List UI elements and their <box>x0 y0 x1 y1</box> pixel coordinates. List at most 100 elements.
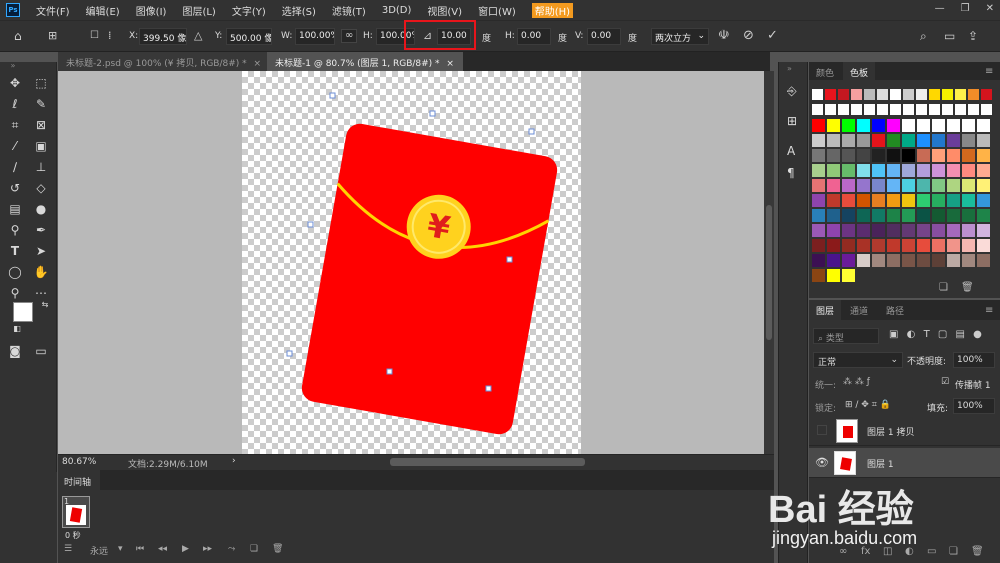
handle-right[interactable] <box>506 256 513 263</box>
tab-doc-1[interactable]: 未标题-1 @ 80.7% (图层 1, RGB/8#) * × <box>267 52 463 71</box>
color-swatch[interactable] <box>887 194 900 207</box>
close-tab-icon[interactable]: × <box>254 59 262 69</box>
first-frame-icon[interactable]: ⏮ <box>136 544 144 554</box>
close-window-icon[interactable]: ✕ <box>986 3 994 14</box>
color-swatch[interactable] <box>977 134 990 147</box>
menu-image[interactable]: 图像(I) <box>136 3 167 18</box>
color-swatch[interactable] <box>977 209 990 222</box>
color-swatch[interactable] <box>827 119 840 132</box>
reference-checkbox[interactable]: ☐ <box>90 31 99 41</box>
color-swatch[interactable] <box>857 164 870 177</box>
duplicate-frame-icon[interactable]: ❏ <box>250 544 258 554</box>
color-swatch[interactable] <box>962 224 975 237</box>
color-swatch[interactable] <box>947 224 960 237</box>
layer-name[interactable]: 图层 1 <box>867 457 894 470</box>
color-swatch[interactable] <box>977 239 990 252</box>
color-swatch[interactable] <box>827 239 840 252</box>
color-swatch[interactable] <box>872 164 885 177</box>
new-layer-icon[interactable]: ❏ <box>949 546 958 557</box>
handle-top-left[interactable] <box>329 92 336 99</box>
color-swatch[interactable] <box>842 149 855 162</box>
blend-mode-select[interactable]: 正常 ⌄ <box>813 352 903 368</box>
color-swatch[interactable] <box>955 104 966 115</box>
vertical-scroll-thumb[interactable] <box>766 205 772 340</box>
lock-icons[interactable]: ⊞ ∕ ✥ ⌗ 🔒 <box>845 400 891 410</box>
hand-tool-icon[interactable]: ✋ <box>32 263 50 281</box>
color-swatch[interactable] <box>981 89 992 100</box>
color-swatch[interactable] <box>842 239 855 252</box>
color-swatch[interactable] <box>887 239 900 252</box>
brush-tool-icon[interactable]: ∕ <box>6 158 24 176</box>
color-swatch[interactable] <box>962 179 975 192</box>
color-swatch[interactable] <box>887 134 900 147</box>
color-swatch[interactable] <box>977 224 990 237</box>
home-icon[interactable]: ⌂ <box>14 30 22 42</box>
color-swatch[interactable] <box>842 119 855 132</box>
color-swatch[interactable] <box>932 149 945 162</box>
color-swatch[interactable] <box>981 104 992 115</box>
commit-transform-icon[interactable]: ✓ <box>767 29 778 42</box>
foreground-color-swatch[interactable] <box>13 302 33 322</box>
color-swatch[interactable] <box>887 164 900 177</box>
tab-timeline[interactable]: 时间轴 <box>58 470 100 490</box>
color-swatch[interactable] <box>812 239 825 252</box>
color-swatch[interactable] <box>827 164 840 177</box>
color-swatch[interactable] <box>827 179 840 192</box>
color-swatch[interactable] <box>857 254 870 267</box>
workspace-icon[interactable]: ▭ <box>944 30 955 42</box>
color-swatch[interactable] <box>902 164 915 177</box>
adjust-filter-icon[interactable]: ◐ <box>907 329 916 340</box>
color-swatch[interactable] <box>857 134 870 147</box>
menu-window[interactable]: 窗口(W) <box>478 3 516 18</box>
handle-left[interactable] <box>307 221 314 228</box>
color-swatch[interactable] <box>864 89 875 100</box>
color-swatch[interactable] <box>864 104 875 115</box>
color-swatch[interactable] <box>932 134 945 147</box>
color-swatch[interactable] <box>947 194 960 207</box>
color-swatch[interactable] <box>977 164 990 177</box>
collapse-toolbar-icon[interactable]: » <box>4 62 22 70</box>
zoom-level[interactable]: 80.67% <box>62 457 96 467</box>
color-swatch[interactable] <box>842 269 855 282</box>
color-swatch[interactable] <box>947 149 960 162</box>
path-select-tool-icon[interactable]: ➤ <box>32 242 50 260</box>
color-swatch[interactable] <box>902 119 915 132</box>
frame-delay[interactable]: 0 秒 <box>65 530 81 541</box>
color-swatch[interactable] <box>942 89 953 100</box>
color-swatch[interactable] <box>872 179 885 192</box>
gradient-tool-icon[interactable]: ▤ <box>6 200 24 218</box>
tab-color[interactable]: 颜色 <box>809 62 842 80</box>
color-swatch[interactable] <box>812 179 825 192</box>
color-swatch[interactable] <box>842 224 855 237</box>
color-swatch[interactable] <box>812 224 825 237</box>
tab-doc-2[interactable]: 未标题-2.psd @ 100% (¥ 拷贝, RGB/8#) * × <box>58 52 267 71</box>
stamp-tool-icon[interactable]: ⊥ <box>32 158 50 176</box>
tab-channels[interactable]: 通道 <box>843 300 876 320</box>
color-swatch[interactable] <box>887 149 900 162</box>
pixel-filter-icon[interactable]: ▣ <box>889 329 898 340</box>
color-swatch[interactable] <box>857 209 870 222</box>
color-swatch[interactable] <box>838 104 849 115</box>
color-swatch[interactable] <box>962 164 975 177</box>
pen-tool-icon[interactable]: ✒ <box>32 221 50 239</box>
loop-select[interactable]: 永远 <box>90 544 108 557</box>
menu-view[interactable]: 视图(V) <box>427 3 462 18</box>
color-swatch[interactable] <box>857 149 870 162</box>
horizontal-scroll-thumb[interactable] <box>390 458 585 466</box>
color-swatch[interactable] <box>968 89 979 100</box>
menu-help[interactable]: 帮助(H) <box>531 2 574 18</box>
color-swatch[interactable] <box>947 254 960 267</box>
type-filter-icon[interactable]: T <box>924 329 930 340</box>
y-input[interactable]: 500.00 像素 <box>226 28 272 45</box>
color-swatch[interactable] <box>825 104 836 115</box>
color-swatch[interactable] <box>812 269 825 282</box>
color-swatch[interactable] <box>932 194 945 207</box>
color-swatch[interactable] <box>827 149 840 162</box>
color-swatch[interactable] <box>872 209 885 222</box>
reference-point-icon[interactable]: ⊞ <box>48 30 57 41</box>
color-swatch[interactable] <box>812 134 825 147</box>
vskew-input[interactable]: 0.00 <box>587 28 621 45</box>
tab-layers[interactable]: 图层 <box>809 300 842 320</box>
color-swatch[interactable] <box>857 194 870 207</box>
color-swatch[interactable] <box>851 89 862 100</box>
